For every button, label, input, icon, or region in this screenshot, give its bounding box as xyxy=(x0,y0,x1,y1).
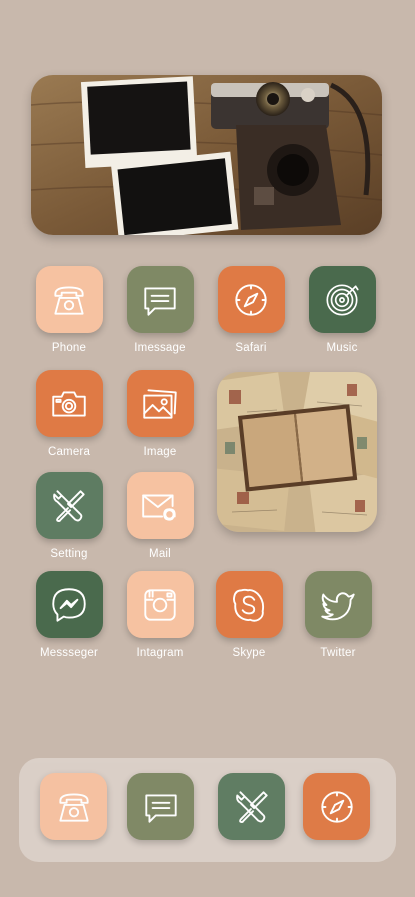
dock-phone[interactable] xyxy=(40,773,107,840)
app-phone[interactable]: Phone xyxy=(24,266,114,354)
image-icon xyxy=(143,388,177,419)
compass-icon xyxy=(235,283,267,316)
app-setting[interactable]: Setting xyxy=(24,472,114,560)
imessage-app-icon[interactable] xyxy=(126,266,194,333)
phone-icon xyxy=(58,792,89,822)
app-label: Safari xyxy=(235,342,267,354)
app-twitter[interactable]: Twitter xyxy=(293,571,383,659)
message-icon xyxy=(144,794,177,823)
app-messenger[interactable]: Messseger xyxy=(24,571,114,659)
app-label: Mail xyxy=(149,548,171,560)
message-icon xyxy=(144,287,176,316)
tools-icon xyxy=(235,790,268,823)
messenger-app-icon[interactable] xyxy=(35,571,103,638)
dock-setting[interactable] xyxy=(218,773,285,840)
camera-app-icon[interactable] xyxy=(35,370,103,437)
app-camera[interactable]: Camera xyxy=(24,370,114,458)
twitter-app-icon[interactable] xyxy=(304,571,372,638)
app-image[interactable]: Image xyxy=(115,370,205,458)
setting-app-icon[interactable] xyxy=(35,472,103,539)
instagram-app-icon[interactable] xyxy=(126,571,194,638)
app-skype[interactable]: Skype xyxy=(204,571,294,659)
dock-imessage[interactable] xyxy=(127,773,194,840)
app-label: Skype xyxy=(232,647,266,659)
instagram-icon xyxy=(144,588,176,621)
app-mail[interactable]: Mail xyxy=(115,472,205,560)
music-app-icon[interactable] xyxy=(308,266,376,333)
compass-icon xyxy=(320,790,353,823)
photo-widget[interactable] xyxy=(31,75,382,235)
music-disc-icon xyxy=(326,283,359,316)
twitter-icon xyxy=(321,591,355,620)
dock xyxy=(19,758,396,862)
postcard-widget[interactable] xyxy=(217,372,377,532)
mail-icon xyxy=(142,494,176,521)
dock-safari[interactable] xyxy=(303,773,370,840)
camera-icon xyxy=(52,391,86,416)
dock-setting-app-icon[interactable] xyxy=(218,773,285,840)
dock-imessage-app-icon[interactable] xyxy=(127,773,194,840)
skype-app-icon[interactable] xyxy=(215,571,283,638)
skype-icon xyxy=(233,588,265,622)
phone-icon xyxy=(54,285,84,315)
app-label: Phone xyxy=(51,342,87,354)
app-label: Setting xyxy=(50,548,88,560)
app-safari[interactable]: Safari xyxy=(206,266,296,354)
app-label: Messseger xyxy=(39,647,99,659)
app-label: Imessage xyxy=(134,342,186,354)
dock-safari-app-icon[interactable] xyxy=(303,773,370,840)
image-app-icon[interactable] xyxy=(126,370,194,437)
dock-phone-app-icon[interactable] xyxy=(40,773,107,840)
app-label: Intagram xyxy=(136,647,184,659)
app-music[interactable]: Music xyxy=(297,266,387,354)
mail-app-icon[interactable] xyxy=(126,472,194,539)
app-instagram[interactable]: Intagram xyxy=(115,571,205,659)
vintage-camera-photo xyxy=(31,75,382,235)
vintage-postcards-photo xyxy=(217,372,377,532)
app-label: Twitter xyxy=(320,647,356,659)
phone-app-icon[interactable] xyxy=(35,266,103,333)
messenger-icon xyxy=(52,587,86,622)
tools-icon xyxy=(53,489,85,522)
app-imessage[interactable]: Imessage xyxy=(115,266,205,354)
app-label: Camera xyxy=(47,446,91,458)
safari-app-icon[interactable] xyxy=(217,266,285,333)
app-label: Image xyxy=(143,446,177,458)
app-label: Music xyxy=(326,342,358,354)
